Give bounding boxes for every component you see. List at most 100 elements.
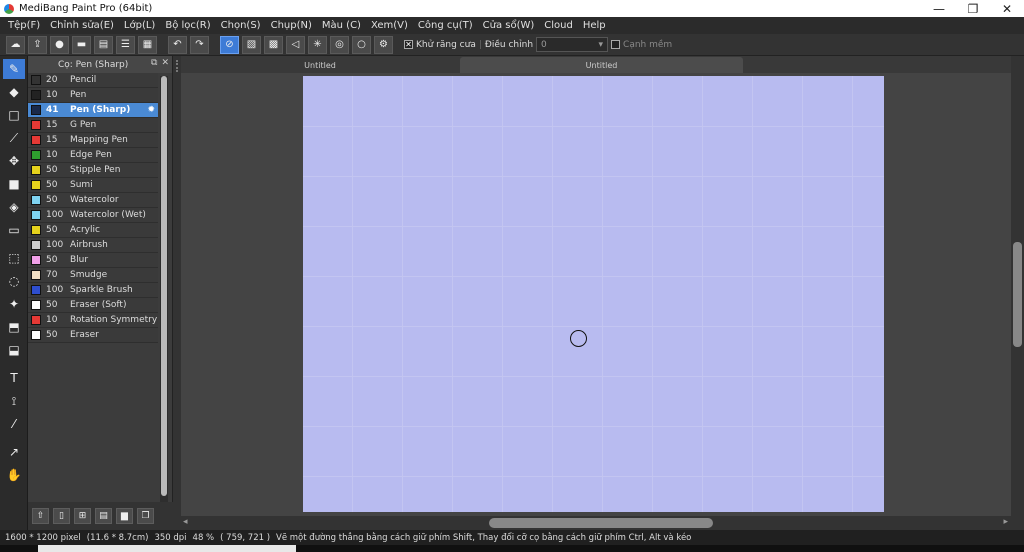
comment-icon[interactable]: ● (50, 35, 69, 54)
brush-color-swatch[interactable] (31, 195, 41, 205)
brush-item[interactable]: 50 Sumi (28, 178, 158, 193)
cloud-icon[interactable]: ☁ (6, 35, 25, 54)
brush-color-swatch[interactable] (31, 105, 41, 115)
brush-item[interactable]: 20 Pencil (28, 73, 158, 88)
menu-edit[interactable]: Chỉnh sửa(E) (46, 20, 120, 31)
radial-snap-icon[interactable]: ✳ (308, 35, 327, 54)
grid-icon[interactable]: ▦ (138, 35, 157, 54)
drawing-canvas[interactable] (303, 76, 884, 512)
select-pen-tool-icon[interactable]: ⬒ (3, 317, 25, 337)
bucket-tool-icon[interactable]: ◈ (3, 197, 25, 217)
brush-settings-icon[interactable]: ✹ (147, 105, 155, 115)
brush-item[interactable]: 100 Watercolor (Wet) (28, 208, 158, 223)
brush-item[interactable]: 10 Edge Pen (28, 148, 158, 163)
move-tool-icon[interactable]: ✥ (3, 151, 25, 171)
brush-color-swatch[interactable] (31, 180, 41, 190)
brush-item[interactable]: 50 Stipple Pen (28, 163, 158, 178)
brush-color-swatch[interactable] (31, 75, 41, 85)
brush-color-swatch[interactable] (31, 210, 41, 220)
brush-item[interactable]: 50 Acrylic (28, 223, 158, 238)
curve-snap-icon[interactable]: ○ (352, 35, 371, 54)
undo-icon[interactable]: ↶ (168, 35, 187, 54)
menu-view[interactable]: Xem(V) (367, 20, 414, 31)
vertical-scrollbar[interactable] (1011, 56, 1024, 516)
minimize-button[interactable]: — (922, 0, 956, 17)
panel-collapse-strip[interactable] (173, 56, 181, 530)
smooth-edge-checkbox[interactable] (611, 40, 621, 49)
dot-tool-icon[interactable]: ⟋ (3, 128, 25, 148)
tab-untitled-2[interactable]: Untitled (460, 57, 743, 73)
divide-tool-icon[interactable]: ⟟ (3, 391, 25, 411)
redo-icon[interactable]: ↷ (190, 35, 209, 54)
brush-item[interactable]: 50 Watercolor (28, 193, 158, 208)
menu-help[interactable]: Help (579, 20, 612, 31)
folder-icon[interactable]: ▆ (116, 508, 133, 524)
maximize-button[interactable]: ❐ (956, 0, 990, 17)
parallel-snap-icon[interactable]: ▧ (242, 35, 261, 54)
brush-color-swatch[interactable] (31, 330, 41, 340)
antialias-checkbox[interactable]: ✕ (404, 40, 413, 49)
document-icon[interactable]: ▤ (94, 35, 113, 54)
menu-filter[interactable]: Bộ lọc(R) (161, 20, 216, 31)
brush-color-swatch[interactable] (31, 135, 41, 145)
chat-icon[interactable]: ▬ (72, 35, 91, 54)
menu-layer[interactable]: Lớp(L) (120, 20, 161, 31)
undock-icon[interactable]: ⧉ (151, 58, 157, 68)
brush-item[interactable]: 10 Rotation Symmetry Pe (28, 313, 158, 328)
brush-item[interactable]: 70 Smudge (28, 268, 158, 283)
brush-color-swatch[interactable] (31, 315, 41, 325)
brush-color-swatch[interactable] (31, 225, 41, 235)
brush-color-swatch[interactable] (31, 240, 41, 250)
operation-tool-icon[interactable]: ↗ (3, 442, 25, 462)
brush-item[interactable]: 15 G Pen (28, 118, 158, 133)
new-brush-icon[interactable]: ▯ (53, 508, 70, 524)
close-panel-icon[interactable]: ✕ (161, 58, 169, 68)
horizontal-scrollbar[interactable]: ◂ ▸ (181, 516, 1024, 530)
brush-color-swatch[interactable] (31, 300, 41, 310)
brush-color-swatch[interactable] (31, 120, 41, 130)
brush-item[interactable]: 50 Blur (28, 253, 158, 268)
concentric-snap-icon[interactable]: ◎ (330, 35, 349, 54)
brush-item[interactable]: 50 Eraser (Soft) (28, 298, 158, 313)
edit-brush-icon[interactable]: ▤ (95, 508, 112, 524)
eyedropper-tool-icon[interactable]: ⁄ (3, 414, 25, 434)
brush-color-swatch[interactable] (31, 90, 41, 100)
brush-item[interactable]: 15 Mapping Pen (28, 133, 158, 148)
tab-untitled-1[interactable]: Untitled (181, 57, 459, 73)
rectangle-tool-icon[interactable]: □ (3, 105, 25, 125)
scroll-left-icon[interactable]: ◂ (183, 517, 188, 527)
text-tool-icon[interactable]: T (3, 368, 25, 388)
menu-file[interactable]: Tệp(F) (4, 20, 46, 31)
brush-item[interactable]: 100 Airbrush (28, 238, 158, 253)
menu-color[interactable]: Màu (C) (318, 20, 367, 31)
lasso-tool-icon[interactable]: ◌ (3, 271, 25, 291)
upload-icon[interactable]: ⇪ (28, 35, 47, 54)
select-eraser-tool-icon[interactable]: ⬓ (3, 340, 25, 360)
hand-tool-icon[interactable]: ✋ (3, 465, 25, 485)
brush-color-swatch[interactable] (31, 165, 41, 175)
brush-scrollbar[interactable] (160, 76, 168, 506)
brush-item[interactable]: 50 Eraser (28, 328, 158, 343)
magic-wand-tool-icon[interactable]: ✦ (3, 294, 25, 314)
brush-item[interactable]: 41 Pen (Sharp) ✹ (28, 103, 158, 118)
perspective-snap-icon[interactable]: ◁ (286, 35, 305, 54)
brush-color-swatch[interactable] (31, 150, 41, 160)
brush-color-swatch[interactable] (31, 255, 41, 265)
menu-tools[interactable]: Công cụ(T) (414, 20, 479, 31)
cloud-brush-icon[interactable]: ⇧ (32, 508, 49, 524)
scroll-right-icon[interactable]: ▸ (1003, 517, 1008, 527)
menu-select[interactable]: Chọn(S) (217, 20, 267, 31)
brush-tool-icon[interactable]: ✎ (3, 59, 25, 79)
list-icon[interactable]: ☰ (116, 35, 135, 54)
select-tool-icon[interactable]: ⬚ (3, 248, 25, 268)
brush-color-swatch[interactable] (31, 270, 41, 280)
menu-window[interactable]: Cửa sổ(W) (479, 20, 541, 31)
menu-capture[interactable]: Chụp(N) (267, 20, 318, 31)
gradient-tool-icon[interactable]: ▭ (3, 220, 25, 240)
settings-snap-icon[interactable]: ⚙ (374, 35, 393, 54)
brush-item[interactable]: 10 Pen (28, 88, 158, 103)
fill-rect-tool-icon[interactable]: ■ (3, 174, 25, 194)
add-brush-icon[interactable]: ⊞ (74, 508, 91, 524)
grid-snap-icon[interactable]: ▩ (264, 35, 283, 54)
brush-item[interactable]: 100 Sparkle Brush (28, 283, 158, 298)
